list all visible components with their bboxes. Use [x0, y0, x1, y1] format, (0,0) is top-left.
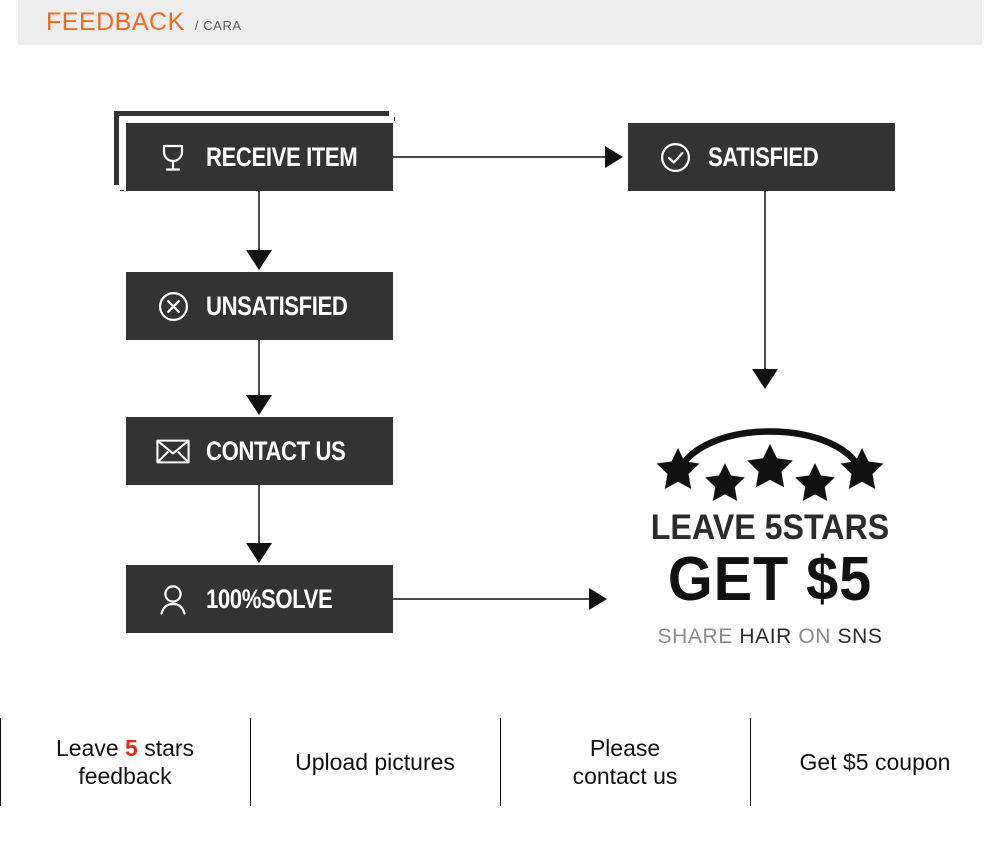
bottom-item-text-pre: Leave [55, 734, 126, 761]
header-title-group: FEEDBACK / CARA [46, 0, 242, 45]
bottom-item-text-pre: Please [589, 734, 661, 761]
arrow-solve-to-badge-head [589, 588, 607, 610]
arrow-contact-to-solve-line [258, 485, 260, 545]
badge-line-get-5: GET $5 [667, 544, 873, 614]
flow-box-label: UNSATISFIED [206, 290, 348, 321]
flow-box-contact-us[interactable]: CONTACT US [126, 417, 393, 485]
arrow-unsatisfied-to-contact-head [246, 395, 272, 415]
arrow-receive-to-unsatisfied-line [258, 191, 260, 253]
badge-line-share-hair-on-sns: SHARE HAIR ON SNS [630, 625, 910, 649]
bottom-item-please-contact-us[interactable]: Please contact us [500, 712, 750, 812]
arrow-contact-to-solve-head [246, 543, 272, 563]
flow-box-label: CONTACT US [206, 435, 346, 466]
arrow-receive-to-unsatisfied-head [246, 250, 272, 270]
arrow-receive-to-satisfied-head [605, 146, 623, 168]
feedback-infographic-page: FEEDBACK / CARA RECEIVE ITEM UNSATISFIED [0, 0, 1000, 849]
arrow-satisfied-to-badge-line [764, 191, 766, 371]
arrow-satisfied-to-badge-head [752, 369, 778, 389]
badge-on-word: ON [791, 624, 838, 648]
flow-box-label: RECEIVE ITEM [206, 141, 358, 172]
person-icon [156, 582, 190, 616]
badge-sns-word: SNS [837, 624, 883, 648]
page-subtitle: / CARA [194, 18, 242, 33]
bottom-item-text-line2: contact us [572, 763, 678, 789]
flow-box-label: 100%SOLVE [206, 583, 333, 614]
badge-hair-word: HAIR [739, 624, 792, 648]
bottom-item-highlight: 5 [125, 734, 138, 761]
bottom-item-get-5-coupon[interactable]: Get $5 coupon [750, 712, 1000, 812]
flow-box-solve[interactable]: 100%SOLVE [126, 565, 393, 633]
badge-share-word: SHARE [657, 624, 740, 648]
flow-box-label: SATISFIED [708, 141, 819, 172]
five-star-badge: LEAVE 5STARS GET $5 SHARE HAIR ON SNS [630, 400, 910, 649]
bottom-item-text: Get $5 coupon [800, 748, 951, 776]
flow-box-unsatisfied[interactable]: UNSATISFIED [126, 272, 393, 340]
arrow-solve-to-badge-line [393, 598, 589, 600]
bottom-item-text-post: stars [137, 734, 195, 761]
envelope-icon [156, 434, 190, 468]
badge-line-leave-5-stars: LEAVE 5STARS [650, 508, 890, 547]
bottom-item-upload-pictures[interactable]: Upload pictures [250, 712, 500, 812]
flow-box-receive-item[interactable]: RECEIVE ITEM [126, 123, 393, 191]
bottom-item-text-line2: feedback [78, 763, 172, 789]
stars-arc-svg [656, 428, 884, 501]
arrow-receive-to-satisfied-line [393, 156, 605, 158]
flow-box-satisfied[interactable]: SATISFIED [628, 123, 895, 191]
bottom-item-text: Leave 5 stars feedback [56, 734, 194, 790]
check-circle-icon [658, 140, 692, 174]
wine-glass-icon [156, 140, 190, 174]
bottom-item-text-pre: Upload pictures [295, 748, 455, 775]
x-circle-icon [156, 289, 190, 323]
stars-arc-graphic [630, 400, 910, 510]
bottom-summary-bar: Leave 5 stars feedback Upload pictures P… [0, 712, 1000, 812]
bottom-item-text: Please contact us [573, 734, 678, 790]
bottom-item-text: Upload pictures [295, 748, 455, 776]
page-header: FEEDBACK / CARA [18, 0, 982, 45]
bottom-item-leave-5-stars-feedback[interactable]: Leave 5 stars feedback [0, 712, 250, 812]
bottom-item-text-pre: Get $5 coupon [799, 748, 951, 775]
page-title: FEEDBACK [46, 8, 185, 36]
arrow-unsatisfied-to-contact-line [258, 340, 260, 398]
